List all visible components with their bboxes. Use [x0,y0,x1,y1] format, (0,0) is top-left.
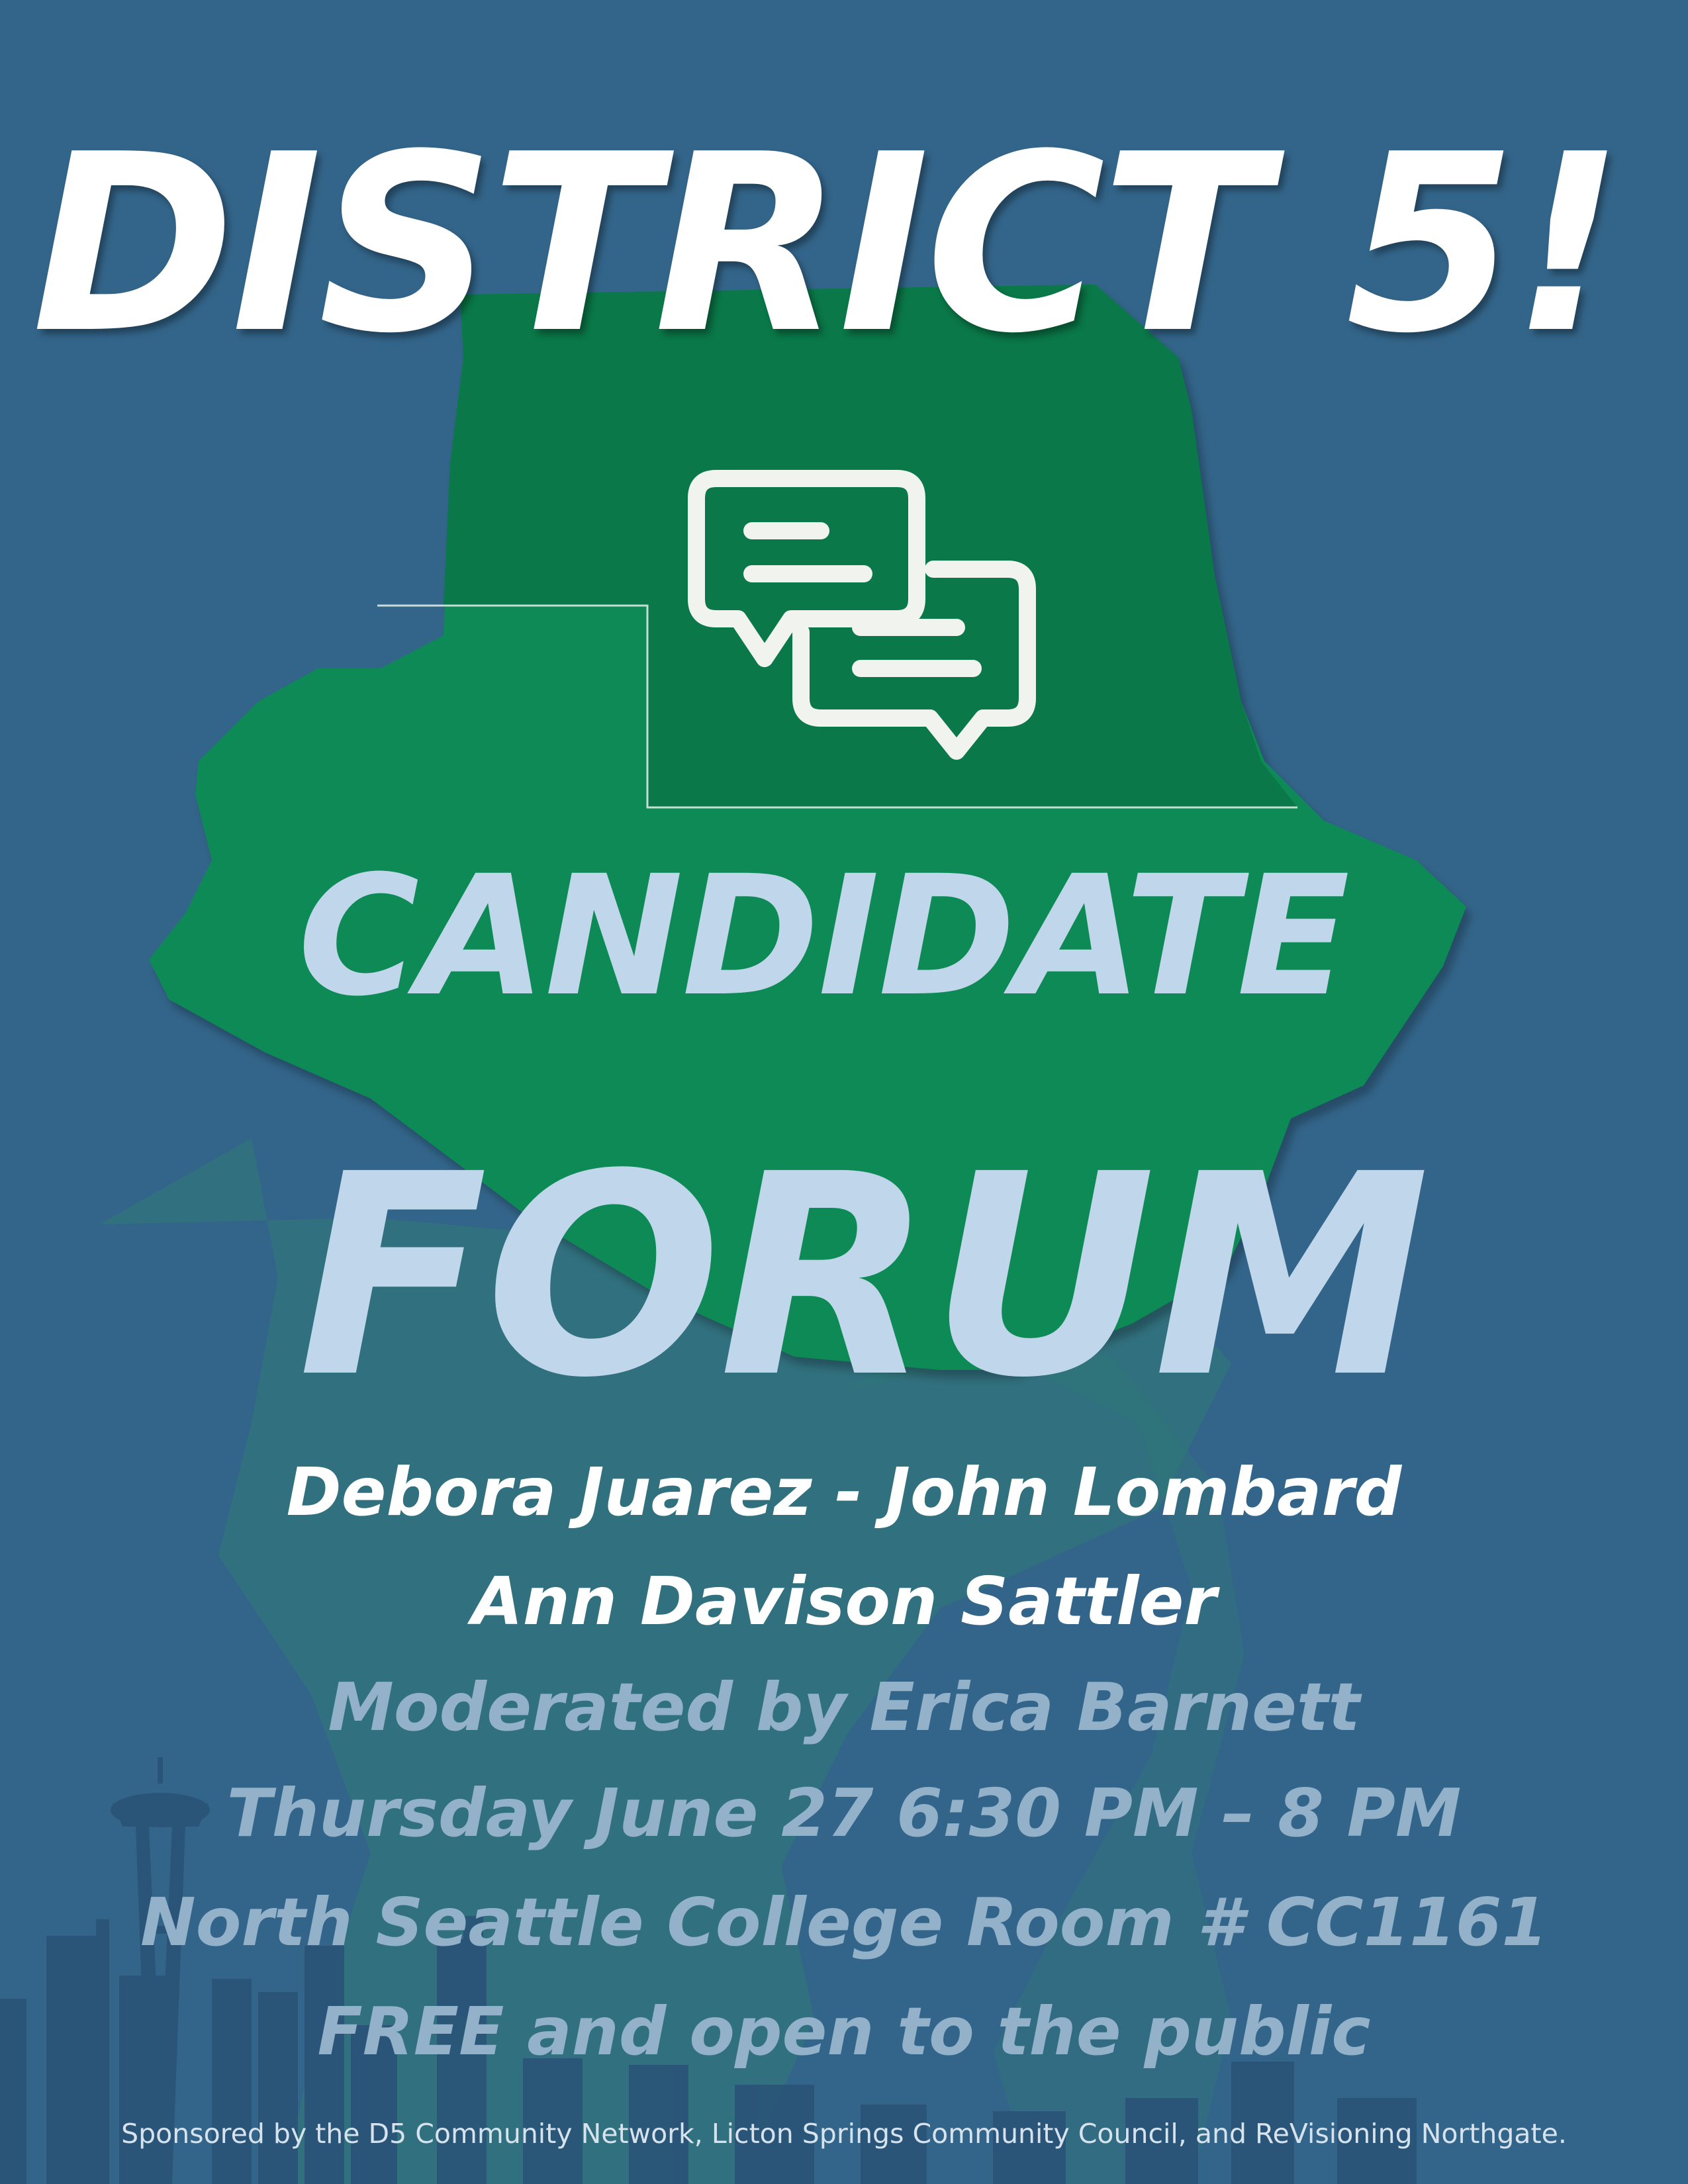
candidate-heading: CANDIDATE [298,840,1350,1032]
moderator-text: Moderated by Erica Barnett [328,1668,1360,1746]
sponsors-text: Sponsored by the D5 Community Network, L… [121,2118,1567,2150]
event-datetime: Thursday June 27 6:30 PM – 8 PM [226,1774,1462,1852]
forum-heading: FORUM [298,1115,1430,1439]
candidates-line-2: Ann Davison Sattler [471,1563,1217,1640]
admission-text: FREE and open to the public [317,1993,1371,2070]
candidates-line-1: Debora Juarez - John Lombard [286,1453,1402,1531]
poster-title: DISTRICT 5! [32,103,1624,387]
poster: DISTRICT 5! CANDIDATE FORUM Debora Juare… [0,0,1688,2184]
event-location: North Seattle College Room # CC1161 [140,1884,1548,1961]
